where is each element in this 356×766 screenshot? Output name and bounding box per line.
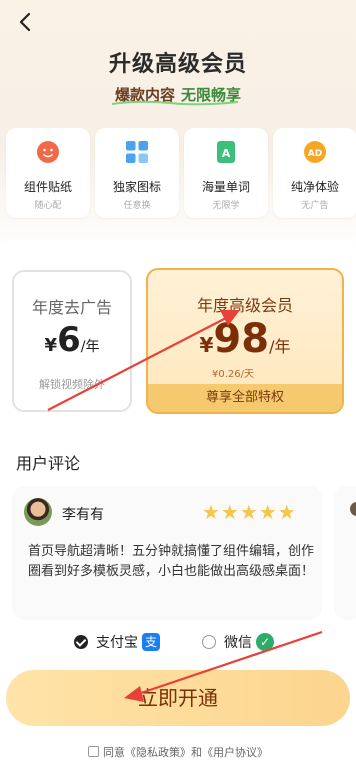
plan-card-premium[interactable]: 年度高级会员 ¥98/年 ¥0.26/天 尊享全部特权 [146, 268, 344, 414]
feature-card-icons: 独家图标 任意换 [95, 128, 179, 218]
payment-option-alipay[interactable]: 支付宝 支 [74, 632, 160, 652]
feature-title: 海量单词 [201, 180, 250, 194]
plan-price: ¥98/年 [148, 316, 342, 362]
review-username: 李有有 [62, 507, 104, 523]
sticker-icon [37, 141, 59, 163]
feature-title: 纯净体验 [290, 180, 339, 194]
agreement-row: 同意《隐私政策》和《用户协议》 [0, 744, 356, 760]
avatar [24, 498, 52, 526]
plan-privilege-banner: 尊享全部特权 [148, 384, 342, 412]
payment-option-wechat[interactable]: 微信 ✓ [202, 632, 274, 652]
feature-subtitle: 任意换 [123, 201, 151, 211]
plan-daily-price: ¥0.26/天 [212, 369, 254, 380]
feature-title: 独家图标 [112, 180, 161, 194]
back-arrow-icon[interactable] [12, 8, 40, 36]
plan-price-value: 98 [213, 316, 270, 362]
page-title: 升级高级会员 [108, 52, 247, 77]
plan-price: ¥6/年 [14, 320, 130, 360]
svg-text:A: A [222, 147, 231, 160]
alipay-icon: 支 [142, 633, 160, 651]
privacy-policy-link[interactable]: 《隐私政策》 [125, 746, 191, 759]
plan-currency: ¥ [44, 335, 58, 356]
feature-subtitle: 无限学 [212, 201, 240, 211]
subtitle-underline-decoration [111, 100, 239, 106]
feature-card-words: A 海量单词 无限学 [184, 128, 268, 218]
review-text: 首页导航超清晰！五分钟就搞懂了组件编辑，创作圈看到好多模板灵感，小白也能做出高级… [28, 544, 315, 579]
agreement-prefix: 同意 [103, 746, 125, 759]
next-review-card-peek[interactable] [334, 486, 356, 620]
word-book-icon: A [217, 141, 235, 163]
svg-text:AD: AD [308, 149, 322, 159]
ad-free-icon: AD [304, 141, 326, 163]
feature-card-stickers: 组件贴纸 随心配 [6, 128, 90, 218]
payment-label: 微信 [224, 635, 252, 651]
user-agreement-link[interactable]: 《用户协议》 [202, 746, 268, 759]
plan-price-value: 6 [57, 320, 81, 360]
subscribe-button[interactable]: 立即开通 [6, 670, 350, 726]
avatar [350, 502, 356, 516]
star-rating: ★★★★★ [202, 500, 297, 524]
feature-card-adfree: AD 纯净体验 无广告 [273, 128, 356, 218]
plan-description: 解锁视频除外 [39, 378, 105, 391]
feature-subtitle: 无广告 [301, 201, 329, 211]
feature-strip: 组件贴纸 随心配 独家图标 任意换 A 海量单词 无限学 AD 纯净体验 无广告 [0, 128, 356, 220]
grid-icon [126, 141, 148, 163]
agreement-and: 和 [191, 746, 202, 759]
feature-title: 组件贴纸 [23, 180, 72, 194]
plan-period: /年 [269, 337, 291, 356]
reviews-section-title: 用户评论 [16, 454, 81, 473]
radio-checked-icon[interactable] [74, 635, 88, 649]
agreement-checkbox[interactable] [88, 746, 99, 757]
feature-subtitle: 随心配 [34, 201, 62, 211]
review-card: 李有有 ★★★★★ 首页导航超清晰！五分钟就搞懂了组件编辑，创作圈看到好多模板灵… [12, 486, 322, 620]
plan-card-ad-free[interactable]: 年度去广告 ¥6/年 解锁视频除外 [12, 270, 132, 412]
plan-name: 年度去广告 [31, 298, 112, 317]
wechat-pay-icon: ✓ [256, 633, 274, 651]
radio-unchecked-icon[interactable] [202, 635, 216, 649]
plan-name: 年度高级会员 [196, 296, 293, 315]
plan-period: /年 [80, 339, 100, 355]
plan-currency: ¥ [199, 333, 214, 357]
payment-label: 支付宝 [96, 635, 138, 651]
